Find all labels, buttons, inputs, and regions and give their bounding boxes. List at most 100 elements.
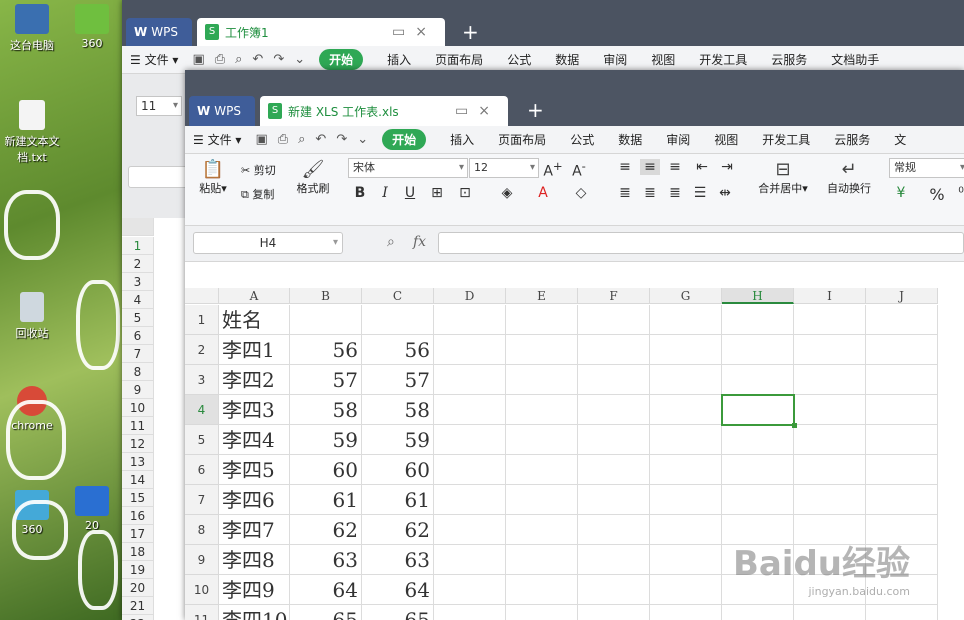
cell-empty[interactable] (794, 335, 866, 365)
cell-C3[interactable]: 57 (362, 365, 434, 395)
save-icon[interactable]: ▣ (192, 52, 204, 67)
cell-C4[interactable]: 58 (362, 395, 434, 425)
cell-empty[interactable] (650, 335, 722, 365)
row-header[interactable]: 4 (185, 395, 219, 425)
back-row-header[interactable]: 1 (122, 237, 154, 255)
cell-A1[interactable]: 姓名 (219, 305, 290, 335)
column-header-B[interactable]: B (290, 288, 362, 304)
cell-empty[interactable] (650, 605, 722, 620)
cell-empty[interactable] (650, 575, 722, 605)
cell-C8[interactable]: 62 (362, 515, 434, 545)
cell-empty[interactable] (506, 485, 578, 515)
cell-C6[interactable]: 60 (362, 455, 434, 485)
select-all-corner[interactable] (185, 288, 219, 304)
cell-empty[interactable] (434, 545, 506, 575)
copy-button[interactable]: ⧉ 复制 (241, 186, 274, 202)
tab-wps[interactable]: W WPS (189, 96, 255, 126)
cell-A8[interactable]: 李四7 (219, 515, 290, 545)
column-header-E[interactable]: E (506, 288, 578, 304)
cell-empty[interactable] (506, 455, 578, 485)
menu-start[interactable]: 开始 (382, 129, 427, 150)
cell-B4[interactable]: 58 (290, 395, 362, 425)
active-cell-selection[interactable] (721, 394, 797, 428)
back-row-header[interactable]: 16 (122, 507, 154, 525)
back-menu-view[interactable]: 视图 (651, 51, 675, 68)
cell-A2[interactable]: 李四1 (219, 335, 290, 365)
row-header[interactable]: 7 (185, 485, 219, 515)
cell-empty[interactable] (578, 335, 650, 365)
merge-style-icon[interactable]: ⊡ (455, 185, 475, 201)
align-middle-icon[interactable]: ≡ (640, 159, 660, 175)
save-icon[interactable]: ▣ (255, 132, 267, 147)
cell-empty[interactable] (866, 305, 938, 335)
back-row-header[interactable]: 10 (122, 399, 154, 417)
cell-empty[interactable] (506, 365, 578, 395)
column-header-C[interactable]: C (362, 288, 434, 304)
cell-empty[interactable] (722, 605, 794, 620)
align-right-icon[interactable]: ≣ (665, 185, 685, 201)
cell-empty[interactable] (578, 305, 650, 335)
cell-empty[interactable] (650, 305, 722, 335)
back-row-header[interactable]: 22 (122, 615, 154, 620)
cell-C7[interactable]: 61 (362, 485, 434, 515)
back-row-header[interactable]: 8 (122, 363, 154, 381)
cell-empty[interactable] (722, 455, 794, 485)
back-tab-wps[interactable]: W WPS (126, 18, 192, 46)
cell-empty[interactable] (434, 335, 506, 365)
close-icon[interactable]: ▭× (392, 24, 437, 40)
clear-icon[interactable]: ◇ (571, 185, 591, 201)
cell-empty[interactable] (578, 395, 650, 425)
number-format-select[interactable]: 常规 (889, 158, 964, 178)
cell-C1[interactable] (362, 305, 434, 335)
cell-empty[interactable] (794, 605, 866, 620)
row-header[interactable]: 5 (185, 425, 219, 455)
cell-empty[interactable] (650, 515, 722, 545)
back-tab-doc[interactable]: S 工作簿1 ▭× (197, 18, 445, 46)
font-color-icon[interactable]: A (533, 185, 553, 201)
cell-empty[interactable] (506, 545, 578, 575)
row-header[interactable]: 10 (185, 575, 219, 605)
back-menu-formula[interactable]: 公式 (507, 51, 531, 68)
cell-empty[interactable] (434, 425, 506, 455)
cell-empty[interactable] (506, 335, 578, 365)
cell-empty[interactable] (578, 425, 650, 455)
back-row-header[interactable]: 9 (122, 381, 154, 399)
align-bottom-icon[interactable]: ≡ (665, 159, 685, 175)
tab-document[interactable]: S 新建 XLS 工作表.xls ▭× (260, 96, 508, 126)
align-left-icon[interactable]: ≣ (615, 185, 635, 201)
column-header-F[interactable]: F (578, 288, 650, 304)
cell-empty[interactable] (578, 515, 650, 545)
back-row-header[interactable]: 13 (122, 453, 154, 471)
back-menu-review[interactable]: 审阅 (603, 51, 627, 68)
close-tab-icon[interactable]: ▭× (455, 103, 500, 119)
currency-icon[interactable]: ¥ (891, 185, 911, 201)
preview-icon[interactable]: ⌕ (235, 52, 242, 67)
back-row-header[interactable]: 7 (122, 345, 154, 363)
menu-insert[interactable]: 插入 (450, 131, 474, 148)
cell-empty[interactable] (434, 515, 506, 545)
cell-A5[interactable]: 李四4 (219, 425, 290, 455)
desktop-icon-this-pc[interactable]: 这台电脑 (2, 4, 62, 53)
cell-empty[interactable] (578, 365, 650, 395)
cell-empty[interactable] (434, 575, 506, 605)
column-header-D[interactable]: D (434, 288, 506, 304)
cell-empty[interactable] (506, 605, 578, 620)
bold-icon[interactable]: B (350, 185, 370, 201)
cell-C10[interactable]: 64 (362, 575, 434, 605)
back-file-menu[interactable]: ☰ 文件 ▾ (130, 51, 178, 68)
cell-empty[interactable] (794, 455, 866, 485)
cell-empty[interactable] (722, 365, 794, 395)
cell-empty[interactable] (650, 365, 722, 395)
back-row-header[interactable]: 4 (122, 291, 154, 309)
cell-empty[interactable] (794, 305, 866, 335)
redo-icon[interactable]: ↷ (336, 132, 347, 147)
cell-A4[interactable]: 李四3 (219, 395, 290, 425)
cell-C11[interactable]: 65 (362, 605, 434, 620)
cell-empty[interactable] (434, 455, 506, 485)
row-header[interactable]: 9 (185, 545, 219, 575)
menu-view[interactable]: 视图 (714, 131, 738, 148)
cell-B10[interactable]: 64 (290, 575, 362, 605)
back-menu-cloud[interactable]: 云服务 (771, 51, 807, 68)
back-row-header[interactable]: 6 (122, 327, 154, 345)
print-preview-icon[interactable]: ⌕ (298, 132, 305, 147)
